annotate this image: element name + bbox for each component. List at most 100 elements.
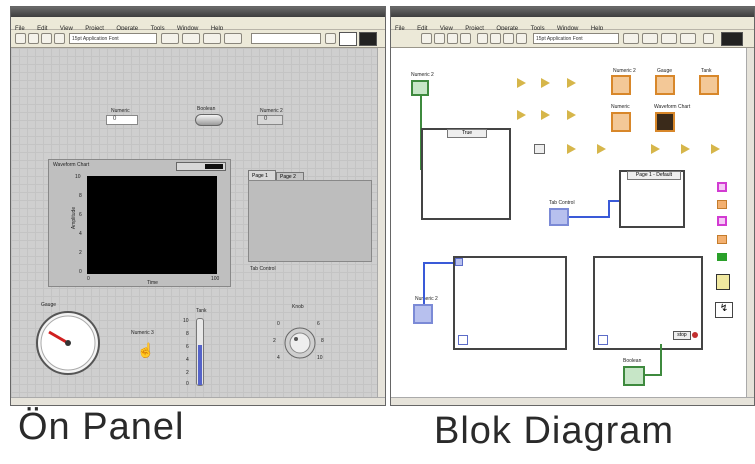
hand-cursor-icon: ☝ [137, 342, 155, 358]
while-loop-1[interactable] [453, 256, 567, 350]
chart-title: Waveform Chart [53, 162, 90, 168]
numeric-label: Numeric [111, 108, 130, 114]
front-panel-window: File Edit View Project Operate Tools Win… [10, 6, 386, 406]
chart-x-label: Time [147, 280, 158, 286]
tank-tick: 4 [186, 357, 189, 363]
waveform-chart-terminal[interactable] [655, 112, 675, 132]
abort-icon[interactable] [41, 33, 52, 44]
gauge-dial-icon[interactable] [35, 310, 101, 376]
tab-control-label: Tab Control [250, 266, 276, 272]
vi-icon[interactable] [721, 32, 743, 46]
bd-node[interactable] [517, 110, 526, 120]
clean-up-icon[interactable] [703, 33, 714, 44]
bd-node[interactable] [567, 144, 576, 154]
waveform-chart[interactable]: Waveform Chart Amplitude 10 8 6 4 2 0 0 … [48, 159, 231, 287]
y-tick: 8 [79, 193, 82, 199]
bd-small-terminal[interactable] [717, 200, 727, 209]
tab-case-selector[interactable]: Page 1 - Default [627, 171, 681, 180]
numeric-control[interactable]: 0 [106, 115, 138, 125]
run-arrow-icon[interactable] [15, 33, 26, 44]
reorder-icon[interactable] [680, 33, 696, 44]
while-loop-2[interactable]: stop [593, 256, 703, 350]
stop-indicator-icon [692, 332, 698, 338]
distribute-icon[interactable] [642, 33, 658, 44]
step-over-icon[interactable] [516, 33, 527, 44]
search-field[interactable] [251, 33, 321, 44]
block-diagram-vscroll[interactable] [746, 48, 754, 397]
front-panel-titlebar[interactable] [11, 7, 385, 17]
connector-pane-icon[interactable] [339, 32, 357, 46]
y-tick: 2 [79, 250, 82, 256]
tab-control-terminal[interactable] [549, 208, 569, 226]
resize-icon[interactable] [203, 33, 221, 44]
stop-button-terminal[interactable]: stop [673, 331, 691, 340]
resize-icon[interactable] [661, 33, 677, 44]
bd-small-terminal[interactable] [717, 253, 727, 261]
tank-indicator [196, 318, 204, 386]
slide-terminal[interactable] [611, 112, 631, 132]
help-icon[interactable] [325, 33, 336, 44]
loop-condition-icon[interactable] [458, 335, 468, 345]
block-diagram-hscroll[interactable] [391, 397, 754, 405]
legend-plot-swatch [205, 164, 223, 169]
run-arrow-icon[interactable] [421, 33, 432, 44]
numeric-terminal-2[interactable] [413, 304, 433, 324]
y-tick: 10 [75, 174, 81, 180]
case-structure[interactable]: True [421, 128, 511, 220]
y-tick: 4 [79, 231, 82, 237]
bd-node[interactable] [567, 78, 576, 88]
bd-small-terminal[interactable] [717, 216, 727, 226]
bd-node[interactable] [517, 78, 526, 88]
bd-tank-label: Tank [701, 68, 712, 74]
abort-icon[interactable] [447, 33, 458, 44]
bd-tab-label: Tab Control [549, 200, 575, 206]
bd-node[interactable] [597, 144, 606, 154]
retain-wire-values-icon[interactable] [490, 33, 501, 44]
reorder-icon[interactable] [224, 33, 242, 44]
pause-icon[interactable] [54, 33, 65, 44]
run-continuous-icon[interactable] [434, 33, 445, 44]
bd-small-terminal[interactable] [717, 182, 727, 192]
bd-node[interactable] [567, 110, 576, 120]
bd-node[interactable] [651, 144, 660, 154]
highlight-execution-icon[interactable] [477, 33, 488, 44]
run-continuous-icon[interactable] [28, 33, 39, 44]
tank-fill [198, 345, 202, 385]
gauge-terminal[interactable] [655, 75, 675, 95]
tab-case-structure[interactable]: Page 1 - Default [619, 170, 685, 228]
wire [645, 374, 661, 376]
bd-graph-icon[interactable]: ↯ [715, 302, 733, 318]
bd-constant[interactable] [534, 144, 545, 154]
tank-terminal[interactable] [699, 75, 719, 95]
numeric-2-terminal[interactable] [611, 75, 631, 95]
numeric-terminal[interactable] [411, 80, 429, 96]
font-select[interactable]: 15pt Application Font [69, 33, 157, 44]
block-diagram-titlebar[interactable] [391, 7, 754, 17]
bd-property-node-icon[interactable] [716, 274, 730, 290]
wire [569, 216, 609, 218]
case-selector[interactable]: True [447, 129, 487, 138]
boolean-switch[interactable] [195, 114, 223, 126]
bd-small-terminal[interactable] [717, 235, 727, 244]
bd-node[interactable] [681, 144, 690, 154]
bd-node[interactable] [541, 110, 550, 120]
block-diagram-caption: Blok Diagram [434, 410, 675, 452]
tank-tick: 0 [186, 381, 189, 387]
step-into-icon[interactable] [503, 33, 514, 44]
loop-condition-icon[interactable] [598, 335, 608, 345]
bd-node[interactable] [541, 78, 550, 88]
pause-icon[interactable] [460, 33, 471, 44]
bd-slide-label: Numeric [611, 104, 630, 110]
wire [423, 262, 455, 264]
align-icon[interactable] [623, 33, 639, 44]
boolean-terminal[interactable] [623, 366, 645, 386]
vi-icon[interactable] [359, 32, 377, 46]
chart-legend[interactable] [176, 162, 226, 171]
align-icon[interactable] [161, 33, 179, 44]
front-panel-vscroll[interactable] [377, 48, 385, 397]
font-select[interactable]: 15pt Application Font [533, 33, 619, 44]
bd-node[interactable] [711, 144, 720, 154]
distribute-icon[interactable] [182, 33, 200, 44]
front-panel-hscroll[interactable] [11, 397, 385, 405]
knob-icon[interactable] [283, 326, 317, 360]
